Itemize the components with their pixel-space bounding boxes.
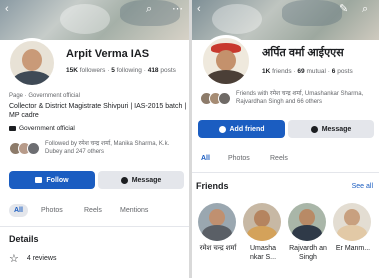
tab-photos[interactable]: Photos bbox=[228, 155, 250, 162]
left-profile-page: ‹ ⌕ ⋯ Arpit Verma IAS 15K followers · 5 … bbox=[0, 0, 189, 278]
message-button[interactable]: Message bbox=[98, 171, 184, 189]
friend-name: Rajvardh an Singh bbox=[289, 245, 327, 261]
star-icon: ☆ bbox=[9, 253, 19, 265]
right-profile-page: ‹ ✎ ⌕ अर्पित वर्मा आईएएस 1K friends · 69… bbox=[192, 0, 379, 278]
friend-card[interactable]: रमेश चन्द्र शर्मा bbox=[198, 203, 238, 278]
add-person-icon bbox=[218, 125, 226, 133]
follow-button[interactable]: Follow bbox=[9, 171, 95, 189]
friend-card[interactable]: Er Manm... bbox=[333, 203, 373, 278]
reviews-row[interactable]: ☆ 4 reviews bbox=[9, 252, 56, 265]
profile-picture[interactable] bbox=[7, 38, 57, 88]
tab-all[interactable]: All bbox=[201, 155, 210, 162]
follow-icon bbox=[35, 177, 43, 183]
friends-heading: Friends bbox=[196, 181, 229, 191]
friend-name: Er Manm... bbox=[335, 245, 371, 252]
page-stats: 15K followers · 5 following · 418 posts bbox=[66, 67, 176, 74]
messenger-icon bbox=[120, 176, 128, 184]
add-friend-button[interactable]: Add friend bbox=[198, 120, 285, 138]
tab-photos[interactable]: Photos bbox=[41, 207, 63, 214]
tab-reels[interactable]: Reels bbox=[84, 207, 102, 214]
search-icon[interactable]: ⌕ bbox=[146, 3, 152, 15]
friend-photo bbox=[288, 203, 326, 241]
back-icon[interactable]: ‹ bbox=[5, 3, 9, 15]
page-category: Page · Government official bbox=[9, 93, 80, 99]
friends-with-text[interactable]: Friends with रमेश चन्द्र शर्मा, Umashank… bbox=[236, 91, 376, 106]
more-icon[interactable]: ⋯ bbox=[172, 3, 183, 15]
tab-all[interactable]: All bbox=[9, 204, 28, 217]
briefcase-icon bbox=[9, 126, 16, 131]
profile-stats: 1K friends · 69 mutual · 6 posts bbox=[262, 68, 353, 75]
cover-photo bbox=[192, 0, 379, 40]
edit-icon[interactable]: ✎ bbox=[339, 3, 348, 15]
follower-avatar bbox=[27, 142, 40, 155]
tab-reels[interactable]: Reels bbox=[270, 155, 288, 162]
followed-by-text[interactable]: Followed by रमेश चन्द्र शर्मा, Manika Sh… bbox=[45, 141, 185, 156]
page-bio: Collector & District Magistrate Shivpuri… bbox=[9, 103, 187, 119]
search-icon[interactable]: ⌕ bbox=[362, 3, 368, 15]
message-button[interactable]: Message bbox=[288, 120, 374, 138]
friend-photo bbox=[198, 203, 236, 241]
friend-avatar bbox=[218, 92, 231, 105]
back-icon[interactable]: ‹ bbox=[197, 3, 201, 15]
friend-name: Umasha nkar S... bbox=[249, 245, 277, 261]
friend-photo bbox=[333, 203, 371, 241]
friend-name: रमेश चन्द्र शर्मा bbox=[199, 245, 237, 252]
divider bbox=[192, 172, 379, 173]
friend-card[interactable]: Umasha nkar S... bbox=[243, 203, 283, 278]
tab-mentions[interactable]: Mentions bbox=[120, 207, 148, 214]
friend-card[interactable]: Rajvardh an Singh bbox=[288, 203, 328, 278]
see-all-link[interactable]: See all bbox=[352, 183, 373, 190]
category-badge: Government official bbox=[9, 125, 75, 132]
page-name: Arpit Verma IAS bbox=[66, 48, 150, 60]
details-heading: Details bbox=[9, 234, 39, 244]
divider bbox=[0, 226, 189, 227]
cover-photo bbox=[0, 0, 189, 40]
friend-photo bbox=[243, 203, 281, 241]
profile-name: अर्पित वर्मा आईएएस bbox=[262, 47, 344, 59]
profile-picture[interactable] bbox=[200, 35, 252, 87]
messenger-icon bbox=[310, 125, 318, 133]
